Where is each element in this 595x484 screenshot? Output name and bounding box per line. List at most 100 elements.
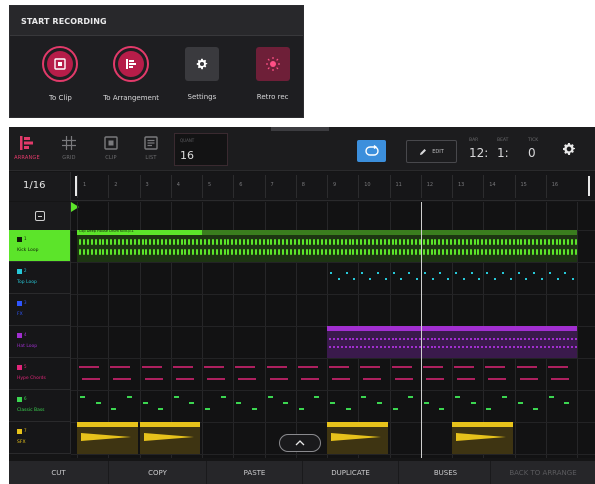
top-loop-note xyxy=(330,272,332,274)
track-header[interactable]: 5 Hype Chords xyxy=(9,358,71,390)
hat-note xyxy=(555,346,558,348)
chord-note xyxy=(457,378,475,380)
top-loop-note xyxy=(431,278,434,280)
chord-note xyxy=(144,378,163,380)
edit-button[interactable]: EDIT xyxy=(406,140,457,163)
loop-start-marker[interactable] xyxy=(75,176,77,196)
track-header[interactable]: 2 Top Loop xyxy=(9,262,71,294)
back-to-arrange-button[interactable]: BACK TO ARRANGE xyxy=(491,461,595,484)
buses-button[interactable]: BUSES xyxy=(401,461,491,484)
hat-note xyxy=(481,338,484,340)
arrangement-timeline[interactable]: Clip Deep House Drum Kick.p.1 xyxy=(71,202,595,458)
kick-hit xyxy=(504,239,507,245)
hat-note xyxy=(383,346,386,348)
tab-grid[interactable]: GRID xyxy=(51,135,87,161)
duplicate-button[interactable]: DUPLICATE xyxy=(303,461,399,484)
tick-readout[interactable]: TICK 0 xyxy=(528,138,538,160)
beat-value: 1: xyxy=(497,146,509,160)
bass-note xyxy=(283,402,289,404)
hat-note xyxy=(411,338,414,340)
hat-note xyxy=(547,346,550,348)
top-toolbar: ARRANGE GRID CLIP LIST QUANT 16 EDIT BAR… xyxy=(9,127,595,171)
chord-note xyxy=(204,366,224,368)
clip-icon xyxy=(42,46,79,82)
kick-hit xyxy=(325,249,328,255)
top-loop-note xyxy=(439,272,442,274)
kick-hit xyxy=(422,249,425,255)
hat-note xyxy=(329,338,331,340)
kick-hit xyxy=(180,249,183,255)
bar-value: 12: xyxy=(469,146,489,160)
ruler-tick xyxy=(202,175,203,198)
bass-note xyxy=(236,402,242,404)
ruler-tick xyxy=(139,175,141,198)
track-header[interactable]: 6 Classic Bass xyxy=(9,390,71,422)
hat-note xyxy=(457,338,460,340)
retro-rec-icon xyxy=(255,47,290,81)
kick-hit xyxy=(94,249,97,255)
hat-note xyxy=(360,346,363,348)
hat-note xyxy=(375,346,378,348)
bar-readout[interactable]: BAR 12: xyxy=(469,138,488,160)
kick-hit xyxy=(364,239,367,245)
hat-note xyxy=(348,338,351,340)
kick-hit xyxy=(532,249,535,255)
tab-clip-label: CLIP xyxy=(105,155,117,161)
track-header[interactable]: 3 FX xyxy=(9,294,71,326)
chord-note xyxy=(269,378,288,380)
kick-hit xyxy=(305,239,308,245)
hat-note xyxy=(391,338,394,340)
bass-note xyxy=(189,402,195,404)
kick-hit xyxy=(289,239,292,245)
quantize-field[interactable]: QUANT 16 xyxy=(174,133,228,166)
record-to-clip-button[interactable]: To Clip xyxy=(30,46,91,102)
expand-icon[interactable] xyxy=(35,211,45,221)
kick-hit xyxy=(235,249,238,255)
kick-hit xyxy=(469,239,472,245)
kick-hit xyxy=(164,239,167,245)
hat-note xyxy=(344,346,347,348)
kick-hit xyxy=(539,239,542,245)
copy-button[interactable]: COPY xyxy=(109,461,207,484)
kick-hit xyxy=(246,239,249,245)
panel-handle[interactable] xyxy=(271,127,329,131)
paste-button[interactable]: PASTE xyxy=(207,461,303,484)
chord-note xyxy=(454,366,474,368)
kick-hit xyxy=(536,239,539,245)
gear-icon[interactable] xyxy=(561,141,577,161)
track-header[interactable]: 1 Kick Loop xyxy=(9,230,71,262)
loop-end-marker[interactable] xyxy=(588,176,590,196)
tab-arrange[interactable]: ARRANGE xyxy=(9,135,45,161)
track-header[interactable]: 7 SFX xyxy=(9,422,71,454)
top-loop-note xyxy=(556,278,559,280)
pencil-icon xyxy=(420,148,427,155)
expand-up-button[interactable] xyxy=(279,434,321,452)
kick-hit xyxy=(254,239,257,245)
kick-hit xyxy=(457,249,460,255)
tab-clip[interactable]: CLIP xyxy=(93,135,129,161)
cut-button[interactable]: CUT xyxy=(9,461,109,484)
loop-button[interactable] xyxy=(357,140,386,162)
kick-hit xyxy=(383,249,386,255)
hat-note xyxy=(454,346,456,348)
kick-hit xyxy=(82,239,85,245)
hat-note xyxy=(563,346,566,348)
kick-hit xyxy=(86,239,89,245)
tab-list[interactable]: LIST xyxy=(133,135,169,161)
beat-readout[interactable]: BEAT 1: xyxy=(497,138,509,160)
kick-hit xyxy=(266,239,269,245)
kick-hit xyxy=(161,239,164,245)
chord-note xyxy=(360,366,381,368)
timeline-ruler[interactable]: 1 2 3 4 5 6 7 8 9 10 11 12 13 14 15 16 xyxy=(71,172,595,201)
kick-hit xyxy=(407,239,410,245)
hat-note xyxy=(438,338,441,340)
kick-hit xyxy=(411,249,414,255)
zoom-display[interactable]: 1/16 xyxy=(9,172,71,201)
chord-note xyxy=(329,366,349,368)
retro-rec-button[interactable]: Retro rec xyxy=(242,46,303,102)
record-to-arrangement-button[interactable]: To Arrangement xyxy=(101,46,162,102)
record-settings-button[interactable]: Settings xyxy=(172,46,233,102)
track-header[interactable]: 4 Hat Loop xyxy=(9,326,71,358)
ruler-bar-number: 6 xyxy=(239,182,243,188)
kick-hit xyxy=(348,249,351,255)
